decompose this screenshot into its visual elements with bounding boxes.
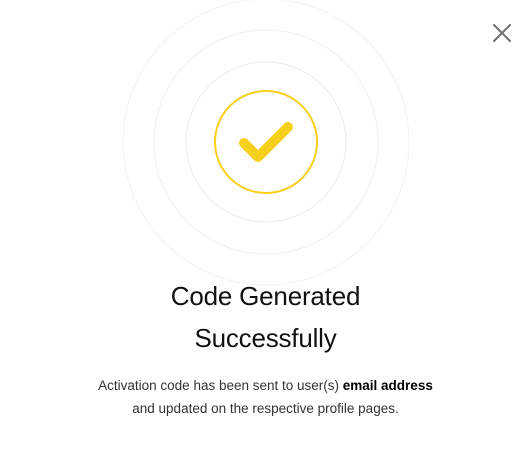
success-illustration	[122, 0, 410, 286]
message-text-part2: and updated on the respective profile pa…	[132, 401, 399, 416]
message-email-emphasis: email address	[342, 378, 433, 393]
success-dialog: Code Generated Successfully Activation c…	[0, 0, 531, 454]
check-circle-icon	[214, 90, 318, 194]
dialog-title-line1: Code Generated	[170, 281, 361, 311]
dialog-title-line2: Successfully	[194, 323, 337, 353]
dialog-message: Activation code has been sent to user(s)…	[0, 374, 531, 420]
message-text-part1: Activation code has been sent to user(s)	[98, 378, 343, 393]
